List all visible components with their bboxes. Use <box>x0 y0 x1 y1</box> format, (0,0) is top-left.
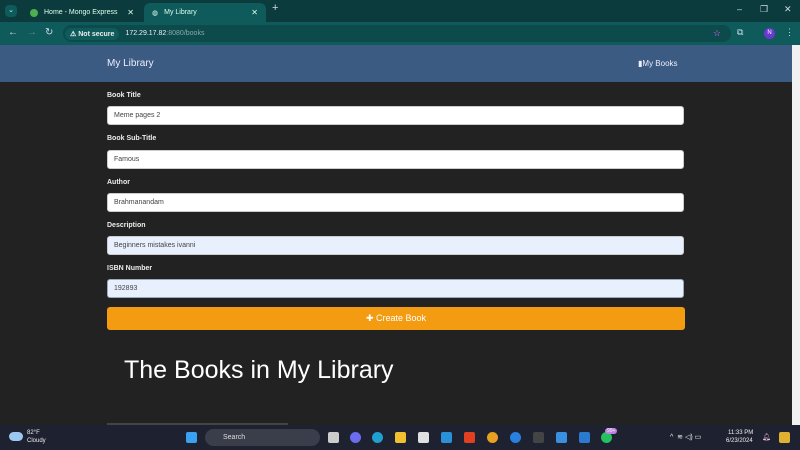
isbn-label: ISBN Number <box>107 265 153 272</box>
forward-icon[interactable]: → <box>27 27 37 38</box>
extensions-icon[interactable]: ⧉ <box>737 27 743 38</box>
store-icon[interactable] <box>418 432 429 443</box>
new-tab-icon[interactable]: + <box>272 2 278 14</box>
temperature: 82°F <box>27 430 40 436</box>
page-scrollbar[interactable] <box>792 45 800 425</box>
close-tab-icon[interactable]: ✕ <box>127 8 134 17</box>
brand-link[interactable]: My Library <box>107 58 154 69</box>
app-icon[interactable] <box>510 432 521 443</box>
description-label: Description <box>107 222 146 229</box>
restore-icon[interactable]: ❐ <box>760 4 768 15</box>
books-list-heading: The Books in My Library <box>124 356 394 384</box>
url-input[interactable]: ⚠ Not secure 172.29.17.82:8080/books ☆ <box>63 25 731 42</box>
taskbar-search[interactable]: Search <box>205 429 320 446</box>
browser-tab-bar: ⌄ Home - Mongo Express ✕ ◍ My Library ✕ + … <box>0 0 800 22</box>
author-label: Author <box>107 179 130 186</box>
weather-icon <box>9 432 23 441</box>
minimize-icon[interactable]: – <box>737 4 742 14</box>
copilot-icon[interactable] <box>779 432 790 443</box>
close-window-icon[interactable]: ✕ <box>784 4 792 15</box>
menu-icon[interactable]: ⋮ <box>785 27 794 38</box>
address-bar-row: ← → ↻ ⚠ Not secure 172.29.17.82:8080/boo… <box>0 22 800 45</box>
plus-icon: ✚ <box>365 313 376 323</box>
my-books-link[interactable]: ▮My Books <box>638 59 678 68</box>
book-title-input[interactable]: Meme pages 2 <box>107 106 684 125</box>
tab-search-icon[interactable]: ⌄ <box>5 5 17 17</box>
book-subtitle-input[interactable]: Famous <box>107 150 684 169</box>
tray-icons[interactable]: ^ ≋ ◁) ▭ <box>670 433 701 441</box>
book-title-label: Book Title <box>107 92 141 99</box>
mongo-favicon <box>30 8 38 17</box>
back-icon[interactable]: ← <box>8 27 18 38</box>
reload-icon[interactable]: ↻ <box>45 27 53 38</box>
globe-favicon: ◍ <box>152 9 159 17</box>
create-book-button[interactable]: ✚ Create Book <box>107 307 685 330</box>
terminal-icon[interactable] <box>533 432 544 443</box>
clock-date[interactable]: 6/23/2024 <box>726 438 753 444</box>
file-explorer-icon[interactable] <box>395 432 406 443</box>
brave-icon[interactable] <box>464 432 475 443</box>
notification-badge: 99+ <box>605 428 618 434</box>
isbn-input[interactable]: 192893 <box>107 279 684 298</box>
weather-text: Cloudy <box>27 438 46 444</box>
tab-my-library[interactable]: ◍ My Library ✕ <box>144 3 266 22</box>
mail-icon[interactable] <box>441 432 452 443</box>
close-tab-icon[interactable]: ✕ <box>251 8 258 17</box>
author-input[interactable]: Brahmanandam <box>107 193 684 212</box>
bell-icon[interactable]: 🔔︎ <box>762 433 771 441</box>
vscode-icon[interactable] <box>579 432 590 443</box>
book-subtitle-label: Book Sub-Title <box>107 135 157 142</box>
not-secure-badge[interactable]: ⚠ Not secure <box>65 27 120 40</box>
profile-avatar[interactable]: N <box>764 28 775 39</box>
notepad-icon[interactable] <box>556 432 567 443</box>
description-input[interactable]: Beginners mistakes ivanni <box>107 236 684 255</box>
meet-icon[interactable] <box>350 432 361 443</box>
site-header: My Library ▮My Books <box>0 45 792 82</box>
start-icon[interactable] <box>186 432 197 443</box>
chrome-icon[interactable] <box>487 432 498 443</box>
task-view-icon[interactable] <box>328 432 339 443</box>
taskbar: 82°F Cloudy Search 99+ ^ ≋ ◁) ▭ 11:33 PM… <box>0 425 800 450</box>
edge-icon[interactable] <box>372 432 383 443</box>
tab-mongo-express[interactable]: Home - Mongo Express ✕ <box>22 3 142 22</box>
bookmark-star-icon[interactable]: ☆ <box>713 28 721 39</box>
clock-time[interactable]: 11:33 PM <box>728 430 753 436</box>
